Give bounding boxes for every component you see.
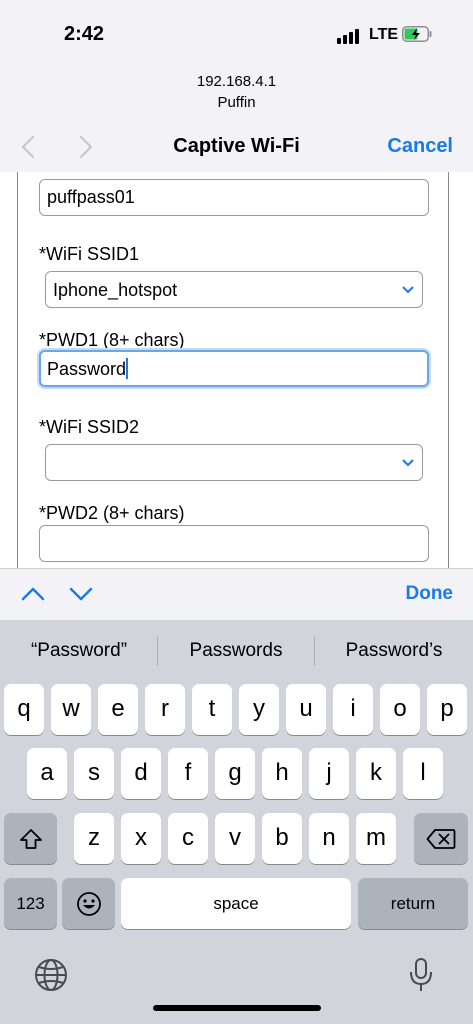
- key-v[interactable]: v: [215, 813, 255, 864]
- done-button[interactable]: Done: [406, 583, 454, 605]
- microphone-icon[interactable]: [407, 957, 435, 993]
- key-r[interactable]: r: [145, 684, 185, 735]
- ssid1-selected-value: Iphone_hotspot: [53, 280, 178, 300]
- password-field[interactable]: puffpass01: [39, 179, 429, 216]
- key-c[interactable]: c: [168, 813, 208, 864]
- browser-header: 192.168.4.1 Puffin: [0, 72, 473, 112]
- emoji-icon: [76, 891, 101, 916]
- cancel-button[interactable]: Cancel: [387, 135, 453, 158]
- key-t[interactable]: t: [192, 684, 232, 735]
- pwd1-field[interactable]: Password: [39, 350, 429, 387]
- key-a[interactable]: a: [27, 748, 67, 799]
- url-text: 192.168.4.1: [196, 73, 277, 90]
- shift-key[interactable]: [4, 813, 57, 864]
- shift-icon: [19, 828, 42, 849]
- navigation-bar: Captive Wi-Fi Cancel: [0, 122, 473, 172]
- key-w[interactable]: w: [51, 684, 91, 735]
- key-n[interactable]: n: [309, 813, 349, 864]
- ssid1-select[interactable]: Iphone_hotspot: [45, 271, 423, 308]
- form-border-left: [17, 172, 18, 568]
- key-z[interactable]: z: [74, 813, 114, 864]
- suggestion-bar: “Password” Passwords Password’s: [0, 620, 473, 680]
- pwd2-field[interactable]: [39, 525, 429, 562]
- key-s[interactable]: s: [74, 748, 114, 799]
- key-y[interactable]: y: [239, 684, 279, 735]
- home-indicator[interactable]: [153, 1005, 321, 1011]
- pwd1-label: *PWD1 (8+ chars): [39, 330, 185, 350]
- suggestion-divider: [314, 636, 315, 666]
- key-d[interactable]: d: [121, 748, 161, 799]
- key-p[interactable]: p: [427, 684, 467, 735]
- pwd1-value: Password: [47, 359, 127, 379]
- keyboard: “Password” Passwords Password’s q w e r …: [0, 620, 473, 1024]
- ssid2-label: *WiFi SSID2: [39, 417, 140, 437]
- backspace-icon: [426, 828, 456, 849]
- key-g[interactable]: g: [215, 748, 255, 799]
- network-type: LTE: [369, 26, 399, 43]
- pwd2-label: *PWD2 (8+ chars): [39, 503, 185, 523]
- text-caret: [126, 358, 129, 379]
- key-x[interactable]: x: [121, 813, 161, 864]
- delete-key[interactable]: [414, 813, 468, 864]
- status-bar: 2:42 LTE: [0, 0, 473, 70]
- return-key[interactable]: return: [358, 878, 468, 929]
- form-border-right: [448, 172, 449, 568]
- key-o[interactable]: o: [380, 684, 420, 735]
- key-f[interactable]: f: [168, 748, 208, 799]
- suggestion-3[interactable]: Password’s: [316, 640, 472, 662]
- key-u[interactable]: u: [286, 684, 326, 735]
- key-b[interactable]: b: [262, 813, 302, 864]
- numbers-key[interactable]: 123: [4, 878, 57, 929]
- ssid1-label: *WiFi SSID1: [39, 244, 140, 264]
- status-time: 2:42: [64, 23, 105, 45]
- space-key[interactable]: space: [121, 878, 351, 929]
- key-i[interactable]: i: [333, 684, 373, 735]
- chevron-down-icon: [402, 459, 414, 466]
- key-l[interactable]: l: [403, 748, 443, 799]
- suggestion-1[interactable]: “Password”: [1, 640, 157, 662]
- next-field-icon[interactable]: [68, 584, 94, 604]
- emoji-key[interactable]: [62, 878, 115, 929]
- key-q[interactable]: q: [4, 684, 44, 735]
- battery-charging-icon: [402, 26, 432, 42]
- key-k[interactable]: k: [356, 748, 396, 799]
- web-content: puffpass01 *WiFi SSID1 Iphone_hotspot *P…: [0, 172, 473, 568]
- key-m[interactable]: m: [356, 813, 396, 864]
- key-j[interactable]: j: [309, 748, 349, 799]
- previous-field-icon[interactable]: [20, 584, 46, 604]
- key-h[interactable]: h: [262, 748, 302, 799]
- site-name: Puffin: [217, 94, 256, 111]
- chevron-down-icon: [402, 286, 414, 293]
- ssid2-select[interactable]: [45, 444, 423, 481]
- cell-signal-icon: [337, 28, 359, 44]
- globe-icon[interactable]: [33, 957, 69, 993]
- suggestion-2[interactable]: Passwords: [158, 640, 314, 662]
- key-e[interactable]: e: [98, 684, 138, 735]
- keyboard-accessory-bar: Done: [0, 568, 473, 620]
